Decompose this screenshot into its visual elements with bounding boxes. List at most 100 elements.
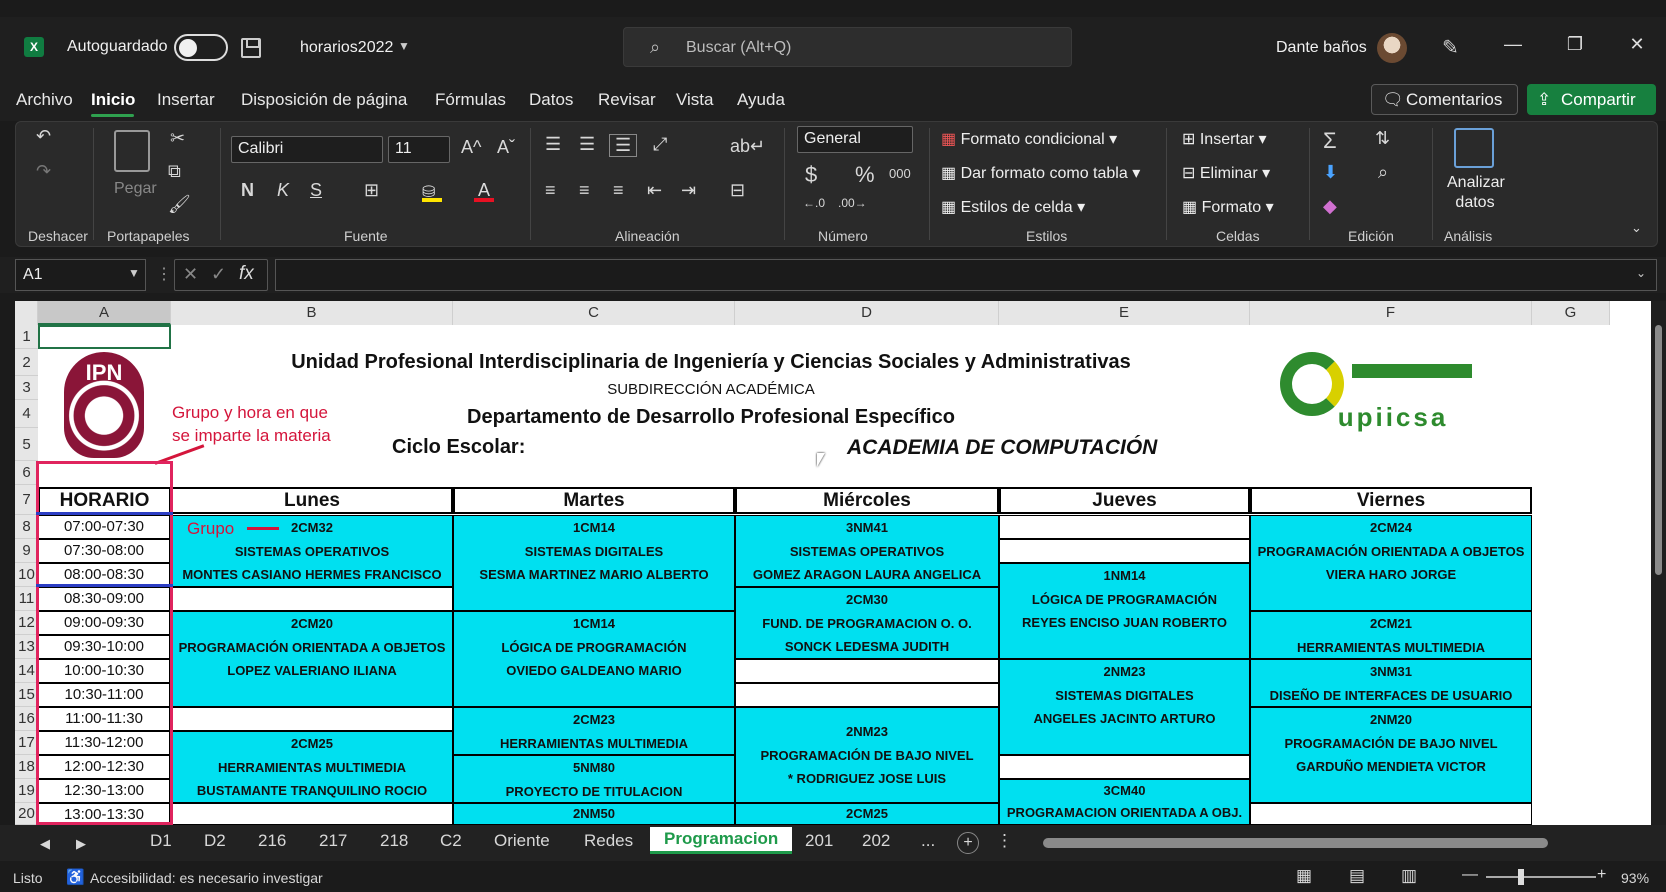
- vertical-scrollbar[interactable]: [1651, 301, 1666, 825]
- page-break-icon[interactable]: ▥: [1401, 866, 1417, 886]
- sheet-tab[interactable]: Oriente: [494, 831, 550, 851]
- time-slot[interactable]: 12:00-12:30: [38, 755, 170, 779]
- menu-insertar[interactable]: Insertar: [157, 90, 215, 110]
- empty-slot[interactable]: [171, 587, 453, 611]
- time-slot[interactable]: 07:00-07:30: [38, 515, 170, 539]
- enter-icon[interactable]: ✓: [211, 264, 226, 285]
- name-box[interactable]: A1: [15, 259, 146, 291]
- add-sheet-icon[interactable]: +: [957, 832, 979, 854]
- chevron-down-icon[interactable]: ▼: [398, 39, 410, 53]
- row-header-18[interactable]: 18: [15, 755, 38, 779]
- time-slot[interactable]: 08:30-09:00: [38, 587, 170, 611]
- col-header-G[interactable]: G: [1532, 301, 1610, 325]
- conditional-format-button[interactable]: ▦ Formato condicional ▾: [941, 129, 1117, 149]
- analyze-data-icon[interactable]: [1454, 128, 1494, 168]
- align-center-icon[interactable]: ≡: [579, 180, 590, 201]
- row-header-12[interactable]: 12: [15, 611, 38, 635]
- row-header-9[interactable]: 9: [15, 539, 38, 563]
- comments-button[interactable]: 🗨 Comentarios: [1371, 84, 1518, 115]
- minimize-icon[interactable]: —: [1498, 34, 1528, 55]
- row-header-13[interactable]: 13: [15, 635, 38, 659]
- share-button[interactable]: ⇪ Compartir: [1527, 84, 1656, 115]
- row-header-11[interactable]: 11: [15, 587, 38, 611]
- empty-slot[interactable]: [999, 755, 1250, 779]
- currency-icon[interactable]: $: [805, 162, 817, 188]
- zoom-level[interactable]: 93%: [1621, 870, 1649, 886]
- sort-filter-icon[interactable]: ⇅: [1375, 128, 1390, 149]
- percent-icon[interactable]: %: [855, 162, 875, 188]
- align-middle-icon[interactable]: ☰: [579, 134, 595, 155]
- orientation-icon[interactable]: ⤢: [653, 134, 667, 155]
- class-block[interactable]: 2CM21 HERRAMIENTAS MULTIMEDIA: [1250, 611, 1532, 659]
- empty-slot[interactable]: [999, 515, 1250, 539]
- class-block[interactable]: 1NM14 LÓGICA DE PROGRAMACIÓN REYES ENCISO …: [999, 563, 1250, 659]
- fill-color-icon[interactable]: ⛁: [422, 182, 442, 202]
- class-block[interactable]: 2CM23 HERRAMIENTAS MULTIMEDIA: [453, 707, 735, 755]
- sheet-tab[interactable]: C2: [440, 831, 462, 851]
- row-header-2[interactable]: 2: [15, 349, 38, 376]
- menu-archivo[interactable]: Archivo: [16, 90, 73, 110]
- expand-formula-icon[interactable]: ⌄: [1636, 266, 1646, 280]
- file-name[interactable]: horarios2022: [300, 39, 393, 57]
- more-options-icon[interactable]: ⋮: [996, 831, 1013, 851]
- redo-icon[interactable]: ↷: [36, 161, 51, 182]
- format-painter-icon[interactable]: 🖌: [168, 194, 191, 215]
- decrease-decimal-icon[interactable]: .00→: [838, 196, 867, 210]
- class-block[interactable]: 2CM25: [735, 803, 999, 825]
- row-header-14[interactable]: 14: [15, 659, 38, 683]
- cell-styles-button[interactable]: ▦ Estilos de celda ▾: [941, 197, 1085, 217]
- avatar[interactable]: [1377, 33, 1407, 63]
- empty-slot[interactable]: [171, 803, 453, 825]
- thousands-icon[interactable]: 000: [889, 166, 911, 181]
- time-slot[interactable]: 12:30-13:00: [38, 779, 170, 803]
- sheet-tab[interactable]: Redes: [584, 831, 633, 851]
- class-block[interactable]: 5NM80 PROYECTO DE TITULACION: [453, 755, 735, 803]
- delete-cells-button[interactable]: ⊟ Eliminar ▾: [1182, 163, 1270, 183]
- formula-input[interactable]: [275, 259, 1657, 291]
- menu-disposicion[interactable]: Disposición de página: [241, 90, 407, 110]
- row-header-5[interactable]: 5: [15, 428, 38, 461]
- close-icon[interactable]: ✕: [1622, 34, 1652, 55]
- menu-ayuda[interactable]: Ayuda: [737, 90, 785, 110]
- time-slot[interactable]: 10:00-10:30: [38, 659, 170, 683]
- sheet-tab[interactable]: 218: [380, 831, 408, 851]
- insert-cells-button[interactable]: ⊞ Insertar ▾: [1182, 129, 1267, 149]
- class-block[interactable]: 3CM40 PROGRAMACION ORIENTADA A OBJ.: [999, 779, 1250, 825]
- accessibility-icon[interactable]: ♿: [66, 868, 85, 886]
- empty-slot[interactable]: [1250, 803, 1532, 825]
- underline-button[interactable]: S: [310, 180, 322, 201]
- row-header-8[interactable]: 8: [15, 515, 38, 539]
- empty-slot[interactable]: [735, 683, 999, 707]
- decrease-indent-icon[interactable]: ⇤: [647, 180, 662, 201]
- insert-function-icon[interactable]: fx: [239, 263, 254, 285]
- copy-icon[interactable]: ⧉: [168, 161, 181, 182]
- zoom-thumb[interactable]: [1518, 869, 1524, 885]
- increase-decimal-icon[interactable]: ←.0: [803, 196, 825, 210]
- sheet-tab[interactable]: 202: [862, 831, 890, 851]
- row-header-1[interactable]: 1: [15, 325, 38, 349]
- autosave-toggle[interactable]: [174, 34, 228, 61]
- restore-icon[interactable]: ❐: [1560, 34, 1590, 55]
- align-top-icon[interactable]: ☰: [545, 134, 561, 155]
- row-header-17[interactable]: 17: [15, 731, 38, 755]
- sheet-tab[interactable]: D1: [150, 831, 172, 851]
- collapse-ribbon-icon[interactable]: ⌄: [1631, 220, 1642, 236]
- menu-vista[interactable]: Vista: [676, 90, 714, 110]
- align-right-icon[interactable]: ≡: [613, 180, 624, 201]
- active-cell-a1[interactable]: [38, 325, 171, 349]
- time-slot[interactable]: 13:00-13:30: [38, 803, 170, 825]
- user-name[interactable]: Dante baños: [1276, 39, 1367, 57]
- horizontal-scrollbar[interactable]: [1043, 838, 1548, 848]
- empty-slot[interactable]: [171, 707, 453, 731]
- class-block[interactable]: 2CM30 FUND. DE PROGRAMACION O. O. SONCK LE…: [735, 587, 999, 659]
- normal-view-icon[interactable]: ▦: [1296, 866, 1312, 886]
- analyze-label-2[interactable]: datos: [1447, 194, 1503, 212]
- bold-button[interactable]: N: [241, 180, 254, 201]
- zoom-in-icon[interactable]: +: [1597, 866, 1606, 884]
- menu-formulas[interactable]: Fórmulas: [435, 90, 506, 110]
- sheet-tab[interactable]: Programacion: [650, 827, 793, 854]
- menu-revisar[interactable]: Revisar: [598, 90, 656, 110]
- sheet-tab[interactable]: D2: [204, 831, 226, 851]
- time-slot[interactable]: 11:00-11:30: [38, 707, 170, 731]
- align-left-icon[interactable]: ≡: [545, 180, 556, 201]
